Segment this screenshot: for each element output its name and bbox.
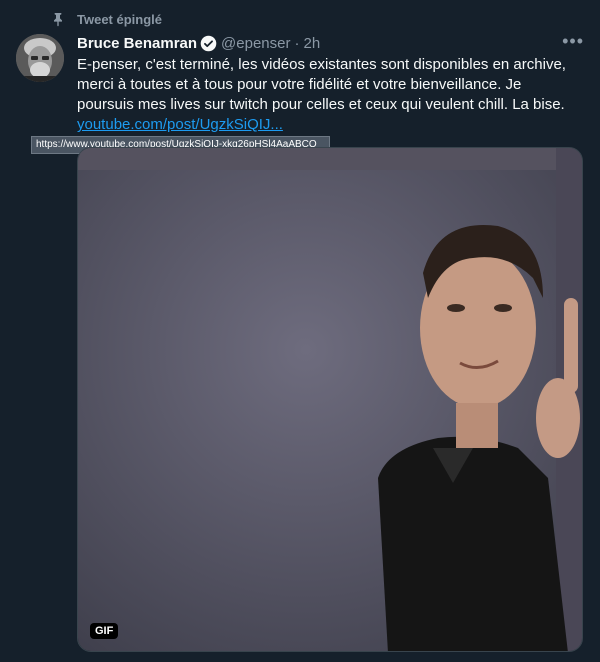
pinned-tweet-label-row: Tweet épinglé (50, 11, 162, 27)
separator-dot: · (294, 34, 300, 52)
author-handle[interactable]: @epenser (221, 35, 290, 52)
tweet-header: Bruce Benamran @epenser · 2h ••• (77, 31, 584, 53)
tweet-text: E-penser, c'est terminé, les vidéos exis… (77, 55, 582, 135)
avatar[interactable] (16, 34, 64, 82)
tweet-link[interactable]: youtube.com/post/UgzkSiQIJ... (77, 116, 283, 133)
tweet-body: E-penser, c'est terminé, les vidéos exis… (77, 56, 566, 113)
tweet-timestamp[interactable]: 2h (303, 35, 320, 52)
pinned-label: Tweet épinglé (77, 11, 162, 27)
more-options-icon[interactable]: ••• (562, 31, 584, 52)
avatar-photo (16, 34, 64, 82)
author-name[interactable]: Bruce Benamran (77, 35, 197, 52)
gif-media[interactable]: GIF (77, 147, 583, 652)
verified-badge-icon (200, 35, 217, 51)
pin-icon (54, 13, 62, 27)
gif-frame-image (78, 148, 582, 651)
gif-badge: GIF (90, 623, 119, 639)
